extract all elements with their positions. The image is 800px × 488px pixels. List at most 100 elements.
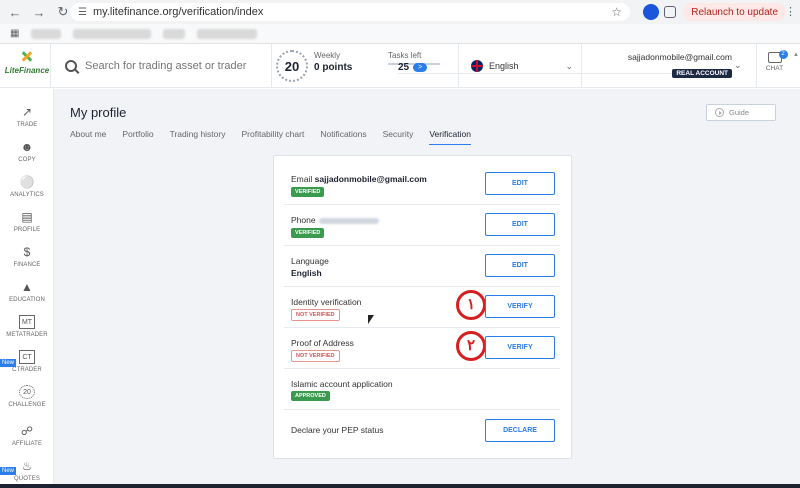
account-chevron-icon[interactable]: ⌄	[734, 60, 742, 71]
islamic-status-badge: APPROVED	[291, 391, 330, 401]
email-label-line: Email sajjadonmobile@gmail.com	[291, 174, 427, 184]
identity-verify-button[interactable]: VERIFY	[485, 295, 555, 318]
level-badge[interactable]: 20	[276, 50, 308, 82]
bookmark-item[interactable]	[197, 28, 258, 39]
bookmark-item[interactable]	[31, 28, 62, 39]
logo-text: LiteFinance	[4, 66, 50, 75]
account-switcher[interactable]: sajjadonmobile@gmail.com REAL ACCOUNT	[592, 52, 732, 80]
phone-row: Phone VERIFIED EDIT	[284, 205, 560, 246]
tasks-arrow-icon[interactable]: >	[413, 63, 428, 72]
handshake-icon: ☍	[20, 424, 34, 438]
sidebar-item-label: COPY	[18, 157, 36, 163]
bookmark-star-icon[interactable]: ☆	[611, 5, 622, 19]
account-email: sajjadonmobile@gmail.com	[627, 52, 732, 62]
sidebar-item-ctrader[interactable]: CT CTRADER	[0, 350, 54, 384]
extension-shield-icon[interactable]	[643, 4, 659, 20]
identity-label: Identity verification	[291, 297, 362, 307]
page-title: My profile	[70, 105, 127, 120]
copy-icon: ☻	[20, 140, 34, 154]
new-badge: New	[0, 467, 17, 475]
sidebar-item-challenge[interactable]: 20 CHALLENGE	[0, 385, 54, 419]
search-box[interactable]	[50, 44, 272, 88]
tab-about-me[interactable]: About me	[70, 129, 106, 145]
challenge-icon: 20	[19, 385, 35, 399]
sidebar-item-profile[interactable]: ▤ PROFILE	[0, 210, 54, 244]
weekly-value: 0 points	[314, 62, 353, 73]
new-badge: New	[0, 359, 17, 367]
profile-icon: ▤	[21, 210, 33, 224]
email-status-badge: VERIFIED	[291, 187, 325, 197]
litefinance-logo[interactable]: LiteFinance	[4, 50, 50, 84]
search-input[interactable]	[85, 60, 255, 72]
chat-button[interactable]: 2 CHAT	[756, 44, 792, 88]
address-verify-button[interactable]: VERIFY	[485, 336, 555, 359]
scrollbar-up-arrow[interactable]: ▲	[792, 52, 800, 62]
sidebar-item-label: TRADE	[16, 122, 38, 128]
browser-toolbar: ← → ↻ ☰ my.litefinance.org/verification/…	[0, 0, 800, 24]
sidebar-item-label: EDUCATION	[9, 297, 45, 303]
address-row: Proof of Address NOT VERIFIED ٢ VERIFY	[284, 328, 560, 369]
tab-trading-history[interactable]: Trading history	[170, 129, 226, 145]
sidebar: ↗ TRADE ☻ COPY ⚪ ANALYTICS ▤ PROFILE $ FINANC…	[0, 89, 54, 488]
analytics-icon: ⚪	[19, 175, 35, 189]
sidebar-item-label: CTRADER	[12, 367, 42, 373]
bookmark-item[interactable]	[73, 28, 152, 39]
extensions-puzzle-icon[interactable]	[664, 6, 676, 18]
apps-grid-icon[interactable]: ▦	[10, 28, 19, 39]
main-content: My profile Guide About me Portfolio Trad…	[54, 89, 800, 488]
tab-notifications[interactable]: Notifications	[320, 129, 366, 145]
chat-count-badge: 2	[778, 50, 788, 59]
tab-verification[interactable]: Verification	[429, 129, 471, 145]
tab-portfolio[interactable]: Portfolio	[122, 129, 153, 145]
quotes-icon: ♨	[21, 459, 33, 473]
guide-label: Guide	[729, 108, 750, 117]
relaunch-button[interactable]: Relaunch to update	[683, 3, 786, 21]
sidebar-item-label: QUOTES	[14, 476, 40, 482]
phone-status-badge: VERIFIED	[291, 228, 325, 238]
dollar-icon: $	[23, 245, 31, 259]
annotation-number-2: ٢	[456, 331, 486, 361]
sidebar-item-education[interactable]: ▲ EDUCATION	[0, 280, 54, 314]
weekly-points[interactable]: Weekly 0 points	[314, 51, 352, 73]
sidebar-item-copy[interactable]: ☻ COPY	[0, 140, 54, 174]
address-bar[interactable]: ☰ my.litefinance.org/verification/index …	[70, 3, 630, 21]
sidebar-item-trade[interactable]: ↗ TRADE	[0, 105, 54, 139]
logo-mark-icon	[20, 50, 34, 64]
tasks-label: Tasks left	[388, 51, 422, 60]
identity-row: Identity verification NOT VERIFIED ١ VER…	[284, 287, 560, 328]
site-info-icon[interactable]: ☰	[78, 7, 87, 18]
ct-icon: CT	[19, 350, 35, 364]
address-label: Proof of Address	[291, 338, 354, 348]
language-value: English	[291, 268, 322, 278]
back-icon[interactable]: ←	[6, 3, 24, 21]
sidebar-item-metatrader[interactable]: MT METATRADER	[0, 315, 54, 349]
sidebar-item-finance[interactable]: $ FINANCE	[0, 245, 54, 279]
chevron-down-icon: ⌄	[565, 60, 573, 71]
browser-menu-icon[interactable]: ⋮	[785, 5, 796, 18]
phone-label-line: Phone	[291, 215, 379, 225]
email-row: Email sajjadonmobile@gmail.com VERIFIED …	[284, 164, 560, 205]
pep-row: Declare your PEP status DECLARE	[284, 410, 560, 451]
verification-card: Email sajjadonmobile@gmail.com VERIFIED …	[273, 155, 572, 459]
identity-status-badge: NOT VERIFIED	[291, 309, 340, 321]
tab-profitability-chart[interactable]: Profitability chart	[241, 129, 304, 145]
guide-button[interactable]: Guide	[706, 104, 776, 121]
language-selector[interactable]: English ⌄	[458, 44, 582, 88]
chat-label: CHAT	[765, 65, 784, 72]
chart-icon: ↗	[21, 105, 33, 119]
app-header: LiteFinance 20 Weekly 0 points Tasks lef…	[0, 44, 800, 88]
account-type-badge: REAL ACCOUNT	[672, 69, 732, 78]
email-edit-button[interactable]: EDIT	[485, 172, 555, 195]
sidebar-item-analytics[interactable]: ⚪ ANALYTICS	[0, 175, 54, 209]
language-value: English	[489, 61, 519, 71]
tab-security[interactable]: Security	[383, 129, 414, 145]
bookmark-item[interactable]	[163, 28, 186, 39]
language-edit-button[interactable]: EDIT	[485, 254, 555, 277]
address-status-badge: NOT VERIFIED	[291, 350, 340, 362]
tasks-left[interactable]: Tasks left 25 >	[388, 51, 674, 74]
forward-icon[interactable]: →	[30, 3, 48, 21]
phone-edit-button[interactable]: EDIT	[485, 213, 555, 236]
pep-declare-button[interactable]: DECLARE	[485, 419, 555, 442]
islamic-label: Islamic account application	[291, 379, 393, 389]
sidebar-item-affiliate[interactable]: ☍ AFFILIATE	[0, 424, 54, 458]
